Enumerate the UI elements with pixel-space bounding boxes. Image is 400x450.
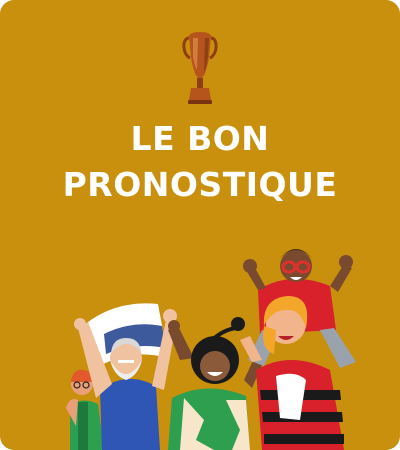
trophy-icon (182, 32, 218, 104)
pronostic-card[interactable]: LE BON PRONOSTIQUE (0, 0, 400, 450)
card-title: LE BON PRONOSTIQUE (0, 116, 400, 208)
title-line-2: PRONOSTIQUE (62, 165, 338, 204)
celebrating-fans-illustration (66, 249, 356, 450)
title-line-1: LE BON (130, 119, 270, 158)
